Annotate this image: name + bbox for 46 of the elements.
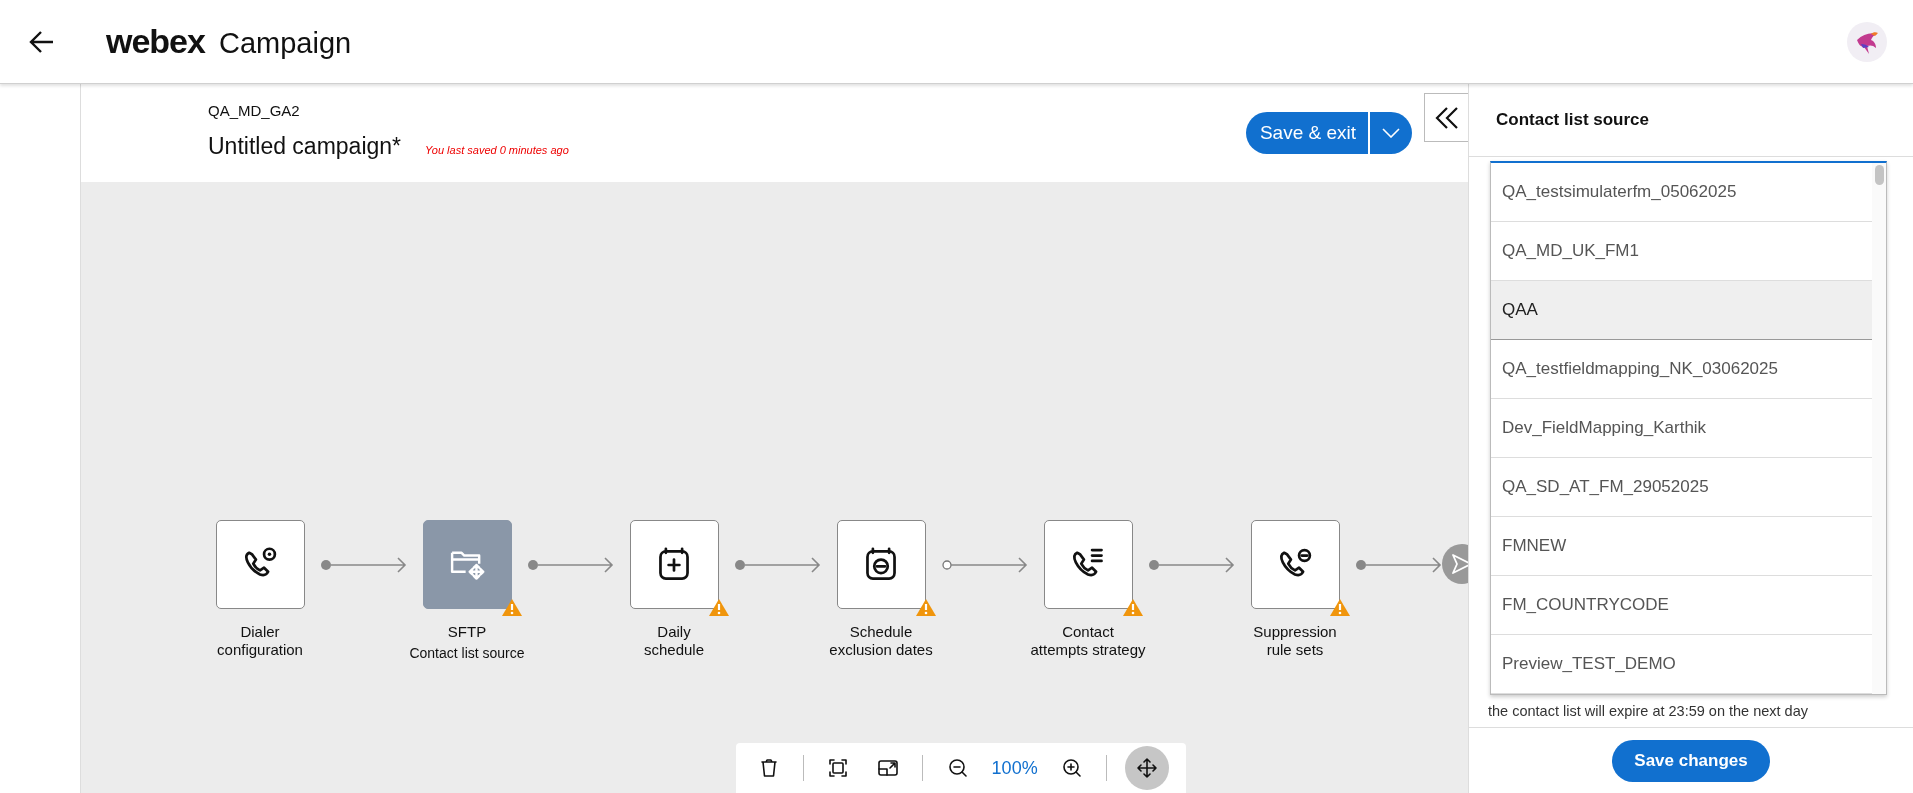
list-option[interactable]: Dev_FieldMapping_Karthik <box>1491 399 1872 458</box>
double-chevron-icon <box>1433 105 1460 130</box>
flow-node[interactable] <box>1043 520 1133 609</box>
bird-avatar-icon[interactable] <box>1847 21 1887 62</box>
caret-icon <box>1382 128 1400 138</box>
list-option[interactable]: QA_MD_UK_FM1 <box>1491 222 1872 281</box>
move-arrows-icon <box>1135 757 1158 779</box>
list-option[interactable]: QA_SD_AT_FM_29052025 <box>1491 458 1872 517</box>
list-option[interactable]: QA_testfieldmapping_NK_03062025 <box>1491 340 1872 399</box>
zoom-out-icon <box>946 757 969 779</box>
list-option[interactable]: FM_COUNTRYCODE <box>1491 576 1872 635</box>
caret-button[interactable] <box>1368 112 1412 154</box>
node-label: Contact attempts strategy <box>1030 623 1146 659</box>
scroll-thumb[interactable] <box>1875 165 1884 185</box>
list-option[interactable]: QA_testsimulaterfm_05062025 <box>1491 163 1872 222</box>
save-exit-button[interactable]: Save & exit <box>1245 112 1368 154</box>
node-label: Daily schedule <box>643 623 704 659</box>
zoom-level: 100% <box>991 757 1038 779</box>
node-label: Dialer configuration <box>217 623 303 659</box>
app-title: Campaign <box>218 26 352 60</box>
last-saved-note: You last saved 0 minutes ago <box>425 144 569 156</box>
flow-node[interactable] <box>215 520 305 609</box>
flow-node[interactable] <box>836 520 926 609</box>
zoom-in-icon <box>1060 757 1083 779</box>
flow-node[interactable] <box>629 520 719 609</box>
list-option[interactable]: FMNEW <box>1491 517 1872 576</box>
campaign-code: QA_MD_GA2 <box>208 102 301 119</box>
node-sublabel: Contact list source <box>409 645 525 661</box>
expiry-note: the contact list will expire at 23:59 on the next day <box>1488 703 1809 719</box>
save-changes-button[interactable]: Save changes <box>1612 739 1770 782</box>
campaign-name: Untitled campaign* <box>208 133 402 160</box>
minimap-icon <box>877 757 900 779</box>
logo: webex <box>106 22 205 61</box>
collapse-panel-button[interactable] <box>1424 93 1468 142</box>
contact-list-dropdown[interactable]: QA_testsimulaterfm_05062025 QA_MD_UK_FM1 QAA QA_testfieldmapping_NK_03062025 Dev_FieldMapping_Karthik QA_SD_AT_FM_29052025 FMNEW FM_COUNTRYCODE Preview_TEST_DEMO <box>1490 161 1887 695</box>
fit-screen-icon <box>827 757 850 779</box>
list-option[interactable]: QAA <box>1491 281 1872 340</box>
flow-node[interactable] <box>1250 520 1340 609</box>
node-label: Schedule exclusion dates <box>829 623 933 659</box>
node-label: SFTP <box>447 623 487 641</box>
scrollbar[interactable] <box>1872 163 1886 694</box>
panel-title: Contact list source <box>1469 84 1913 157</box>
pan-button[interactable] <box>1124 746 1169 790</box>
node-label: Suppression rule sets <box>1253 623 1337 659</box>
list-option[interactable]: Preview_TEST_DEMO <box>1491 635 1872 694</box>
flow-node[interactable] <box>422 520 512 609</box>
